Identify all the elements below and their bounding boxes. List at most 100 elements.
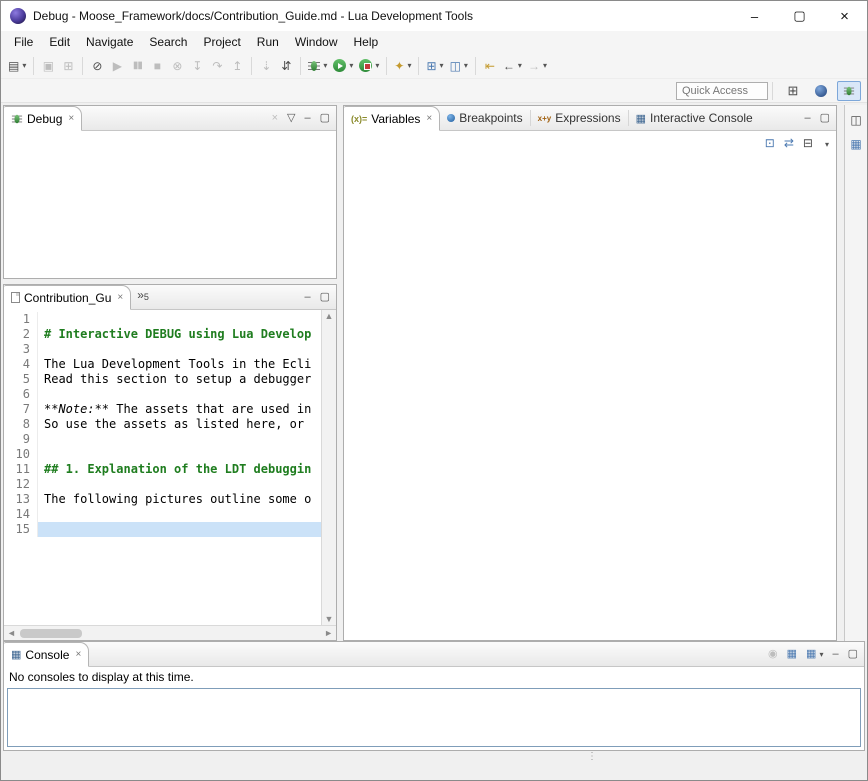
view-menu-icon[interactable] [822, 136, 829, 150]
resume-button[interactable]: ▶ [107, 55, 127, 77]
current-line[interactable]: 15 [4, 522, 321, 537]
use-step-filters-button[interactable]: ⇵ [276, 55, 296, 77]
open-type-button[interactable]: ◫ [447, 55, 471, 77]
link-with-debug-icon[interactable]: ⇄ [784, 136, 794, 150]
editor-overflow-tabs[interactable]: » 5 [131, 285, 155, 309]
menu-item-search[interactable]: Search [141, 33, 195, 51]
minimize-view-icon[interactable]: – [804, 113, 810, 124]
main-toolbar: ▤ ▣ ⊞ ⊘ ▶ ▮▮ ■ ⊗ ↧ ↷ ↥ ⇣ ⇵ ✦ ⊞ ◫ ⇤ ← → [1, 53, 867, 79]
open-console-icon[interactable]: ▦ [806, 649, 823, 660]
side-rail: ◫ ▦ [844, 105, 867, 641]
scroll-left-icon[interactable]: ◄ [7, 628, 16, 638]
code-line[interactable]: 1 [4, 312, 321, 327]
menu-item-edit[interactable]: Edit [41, 33, 78, 51]
code-line[interactable]: 2# Interactive DEBUG using Lua Develop [4, 327, 321, 342]
code-line[interactable]: 9 [4, 432, 321, 447]
close-tab-icon[interactable]: × [426, 113, 432, 124]
new-wizard-button[interactable]: ⊞ [423, 55, 446, 77]
restore-view-icon[interactable]: ◫ [850, 113, 861, 127]
scroll-right-icon[interactable]: ► [324, 628, 333, 638]
step-into-button[interactable]: ↧ [187, 55, 207, 77]
collapse-all-icon[interactable]: ⊟ [803, 136, 813, 150]
tab-console[interactable]: ▦ Console × [4, 642, 89, 667]
skip-all-breakpoints-button[interactable]: ⊘ [87, 55, 107, 77]
tab-breakpoints[interactable]: Breakpoints [440, 106, 529, 130]
tab-interactive-console[interactable]: ▦ Interactive Console [629, 106, 760, 130]
minimize-view-icon[interactable]: – [304, 292, 310, 303]
resize-grip-icon[interactable]: ⋮ [587, 752, 597, 762]
code-line[interactable]: 13The following pictures outline some o [4, 492, 321, 507]
editor-hscroll[interactable]: ◄ ► [4, 625, 336, 640]
menu-item-navigate[interactable]: Navigate [78, 33, 141, 51]
display-selected-console-icon[interactable]: ▦ [787, 649, 797, 660]
show-logical-structure-icon[interactable]: ⊡ [765, 136, 775, 150]
lua-perspective-button[interactable] [809, 81, 833, 101]
console-text-area[interactable] [7, 688, 861, 747]
tab-expressions[interactable]: x+y Expressions [531, 106, 628, 130]
close-tab-icon[interactable]: × [75, 649, 81, 660]
disconnect-button[interactable]: ⊗ [167, 55, 187, 77]
code-line[interactable]: 8So use the assets as listed here, or [4, 417, 321, 432]
maximize-view-icon[interactable]: ▢ [820, 113, 830, 124]
maximize-view-icon[interactable]: ▢ [848, 649, 858, 660]
pin-console-icon[interactable]: ◉ [768, 649, 778, 660]
maximize-view-icon[interactable]: ▢ [320, 292, 330, 303]
quick-access-input[interactable]: Quick Access [676, 82, 768, 100]
code-line[interactable]: 12 [4, 477, 321, 492]
main-area: Debug × × ▽ – ▢ Contri [1, 103, 867, 641]
code-line[interactable]: 11## 1. Explanation of the LDT debuggin [4, 462, 321, 477]
terminate-button[interactable]: ■ [147, 55, 167, 77]
debug-view-icon [12, 113, 22, 123]
back-button[interactable]: ← [500, 55, 525, 77]
search-button[interactable]: ✦ [391, 55, 414, 77]
new-button[interactable]: ▤ [5, 55, 29, 77]
step-over-button[interactable]: ↷ [207, 55, 227, 77]
code-line[interactable]: 7**Note:** The assets that are used in [4, 402, 321, 417]
code-area[interactable]: 1 2# Interactive DEBUG using Lua Develop… [4, 310, 321, 625]
save-button[interactable]: ▣ [38, 55, 58, 77]
hscroll-thumb[interactable] [20, 629, 82, 638]
drop-to-frame-button[interactable]: ⇣ [256, 55, 276, 77]
menu-item-run[interactable]: Run [249, 33, 287, 51]
code-line[interactable]: 4The Lua Development Tools in the Ecli [4, 357, 321, 372]
debug-button[interactable] [305, 55, 330, 77]
menu-item-help[interactable]: Help [346, 33, 387, 51]
view-menu-icon[interactable]: ▽ [287, 113, 295, 124]
code-line[interactable]: 5Read this section to setup a debugger [4, 372, 321, 387]
tab-contribution-guide[interactable]: Contribution_Gu × [4, 285, 131, 310]
close-tab-icon[interactable]: × [117, 292, 123, 303]
editor-vscroll[interactable]: ▲ ▼ [321, 310, 336, 625]
run-button[interactable] [330, 55, 356, 77]
debug-view-content[interactable] [4, 131, 336, 278]
menu-item-window[interactable]: Window [287, 33, 346, 51]
save-all-button[interactable]: ⊞ [58, 55, 78, 77]
tab-debug[interactable]: Debug × [4, 106, 82, 131]
maximize-view-icon[interactable]: ▢ [320, 113, 330, 124]
minimize-window-button[interactable]: – [732, 1, 777, 31]
maximize-window-button[interactable]: ▢ [777, 1, 822, 31]
tab-variables[interactable]: (x)= Variables × [344, 106, 440, 131]
close-tab-icon[interactable]: × [68, 113, 74, 124]
minimize-view-icon[interactable]: – [832, 649, 838, 660]
close-window-button[interactable]: × [822, 1, 867, 31]
remove-terminated-icon[interactable]: × [272, 113, 278, 124]
code-line[interactable]: 10 [4, 447, 321, 462]
scroll-down-icon[interactable]: ▼ [325, 614, 334, 624]
forward-button[interactable]: → [525, 55, 550, 77]
scroll-up-icon[interactable]: ▲ [325, 311, 334, 321]
menu-item-file[interactable]: File [6, 33, 41, 51]
code-line[interactable]: 3 [4, 342, 321, 357]
last-edit-location-button[interactable]: ⇤ [480, 55, 500, 77]
external-tools-button[interactable] [356, 55, 382, 77]
minimize-view-icon[interactable]: – [304, 113, 310, 124]
suspend-button[interactable]: ▮▮ [127, 55, 147, 77]
open-perspective-button[interactable]: ⊞ [781, 81, 805, 101]
variables-content[interactable] [344, 155, 836, 640]
minimized-view-icon[interactable]: ▦ [850, 137, 861, 151]
code-line[interactable]: 14 [4, 507, 321, 522]
debug-perspective-button[interactable] [837, 81, 861, 101]
code-line[interactable]: 6 [4, 387, 321, 402]
hidden-editors-count: 5 [144, 292, 149, 302]
menu-item-project[interactable]: Project [195, 33, 248, 51]
step-return-button[interactable]: ↥ [227, 55, 247, 77]
